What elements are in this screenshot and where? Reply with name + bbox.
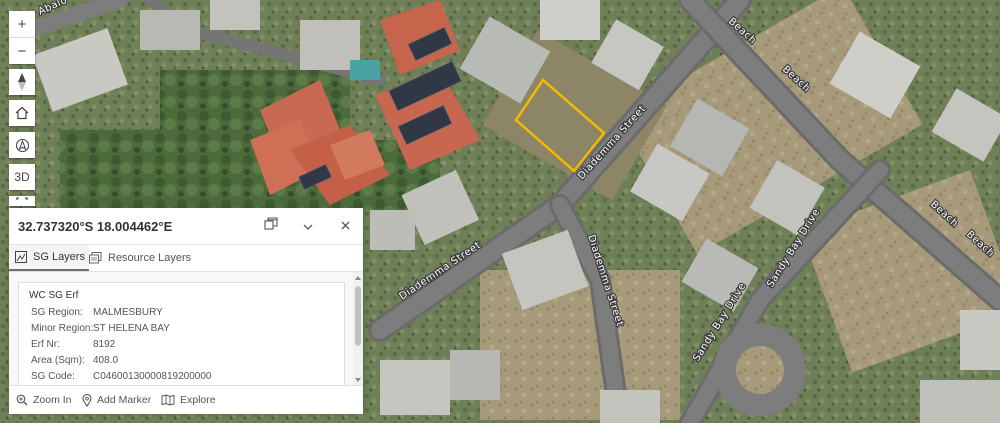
explore-icon: [161, 394, 175, 406]
popup-scrollbar[interactable]: [353, 272, 363, 386]
field-label: SG Region:: [31, 307, 83, 318]
field-value: 408.0: [93, 355, 119, 366]
collapse-button[interactable]: [299, 217, 317, 235]
plus-icon: +: [17, 15, 27, 33]
tab-sg-layers[interactable]: SG Layers: [9, 245, 89, 271]
zoom-out-button[interactable]: −: [9, 37, 35, 64]
add-marker-action-label: Add Marker: [97, 394, 152, 406]
card-title: WC SG Erf: [29, 290, 79, 301]
home-button[interactable]: [9, 100, 35, 126]
tab-resource-layers-label: Resource Layers: [108, 252, 192, 264]
close-icon: [341, 217, 350, 235]
field-label: Minor Region:: [31, 323, 94, 334]
sg-layers-icon: [15, 251, 27, 263]
field-label: Erf Nr:: [31, 339, 60, 350]
tree-cluster: [60, 130, 180, 210]
scroll-thumb[interactable]: [355, 286, 361, 346]
dock-icon: [264, 217, 278, 235]
field-label: Area (Sqm):: [31, 355, 85, 366]
minus-icon: −: [17, 42, 27, 60]
toggle-3d-label: 3D: [14, 170, 30, 184]
locate-button[interactable]: [9, 132, 35, 158]
location-popup: 32.737320°S 18.004462°E SG Layers Resour…: [9, 208, 363, 414]
field-value: C04600130000819200000: [93, 371, 212, 382]
field-value: ST HELENA BAY: [93, 323, 170, 334]
explore-action[interactable]: Explore: [161, 393, 216, 407]
popup-tabs: SG Layers Resource Layers: [9, 244, 363, 271]
zoom-in-icon: [16, 394, 28, 406]
add-marker-action[interactable]: Add Marker: [82, 393, 151, 407]
popup-footer: Zoom In Add Marker Explore: [9, 385, 363, 414]
zoom-in-action[interactable]: Zoom In: [16, 393, 72, 407]
pool: [350, 60, 380, 80]
chevron-down-icon: [303, 217, 313, 235]
scroll-down-icon[interactable]: [355, 378, 361, 382]
popup-header: 32.737320°S 18.004462°E: [9, 208, 363, 244]
erf-info-card: WC SG Erf SG Region: MALMESBURY Minor Re…: [18, 282, 345, 386]
popup-content[interactable]: WC SG Erf SG Region: MALMESBURY Minor Re…: [9, 271, 363, 386]
field-value: 8192: [93, 339, 116, 350]
field-value: MALMESBURY: [93, 307, 163, 318]
resource-layers-icon: [89, 252, 102, 264]
scroll-up-icon[interactable]: [355, 276, 361, 280]
field-label: SG Code:: [31, 371, 75, 382]
locate-icon: [15, 138, 30, 153]
close-button[interactable]: [336, 217, 354, 235]
tab-resource-layers[interactable]: Resource Layers: [89, 245, 191, 271]
dock-button[interactable]: [262, 217, 280, 235]
toggle-3d-button[interactable]: 3D: [9, 164, 35, 190]
compass-icon: [17, 73, 27, 91]
zoom-in-action-label: Zoom In: [33, 394, 72, 406]
tab-sg-layers-label: SG Layers: [33, 251, 85, 263]
explore-action-label: Explore: [180, 394, 216, 406]
compass-button[interactable]: [9, 69, 35, 95]
home-icon: [15, 106, 29, 120]
zoom-in-button[interactable]: +: [9, 11, 35, 37]
expand-icon: [16, 197, 28, 205]
marker-icon: [82, 393, 92, 407]
coordinates-title: 32.737320°S 18.004462°E: [18, 219, 173, 234]
expand-button[interactable]: [9, 196, 35, 206]
